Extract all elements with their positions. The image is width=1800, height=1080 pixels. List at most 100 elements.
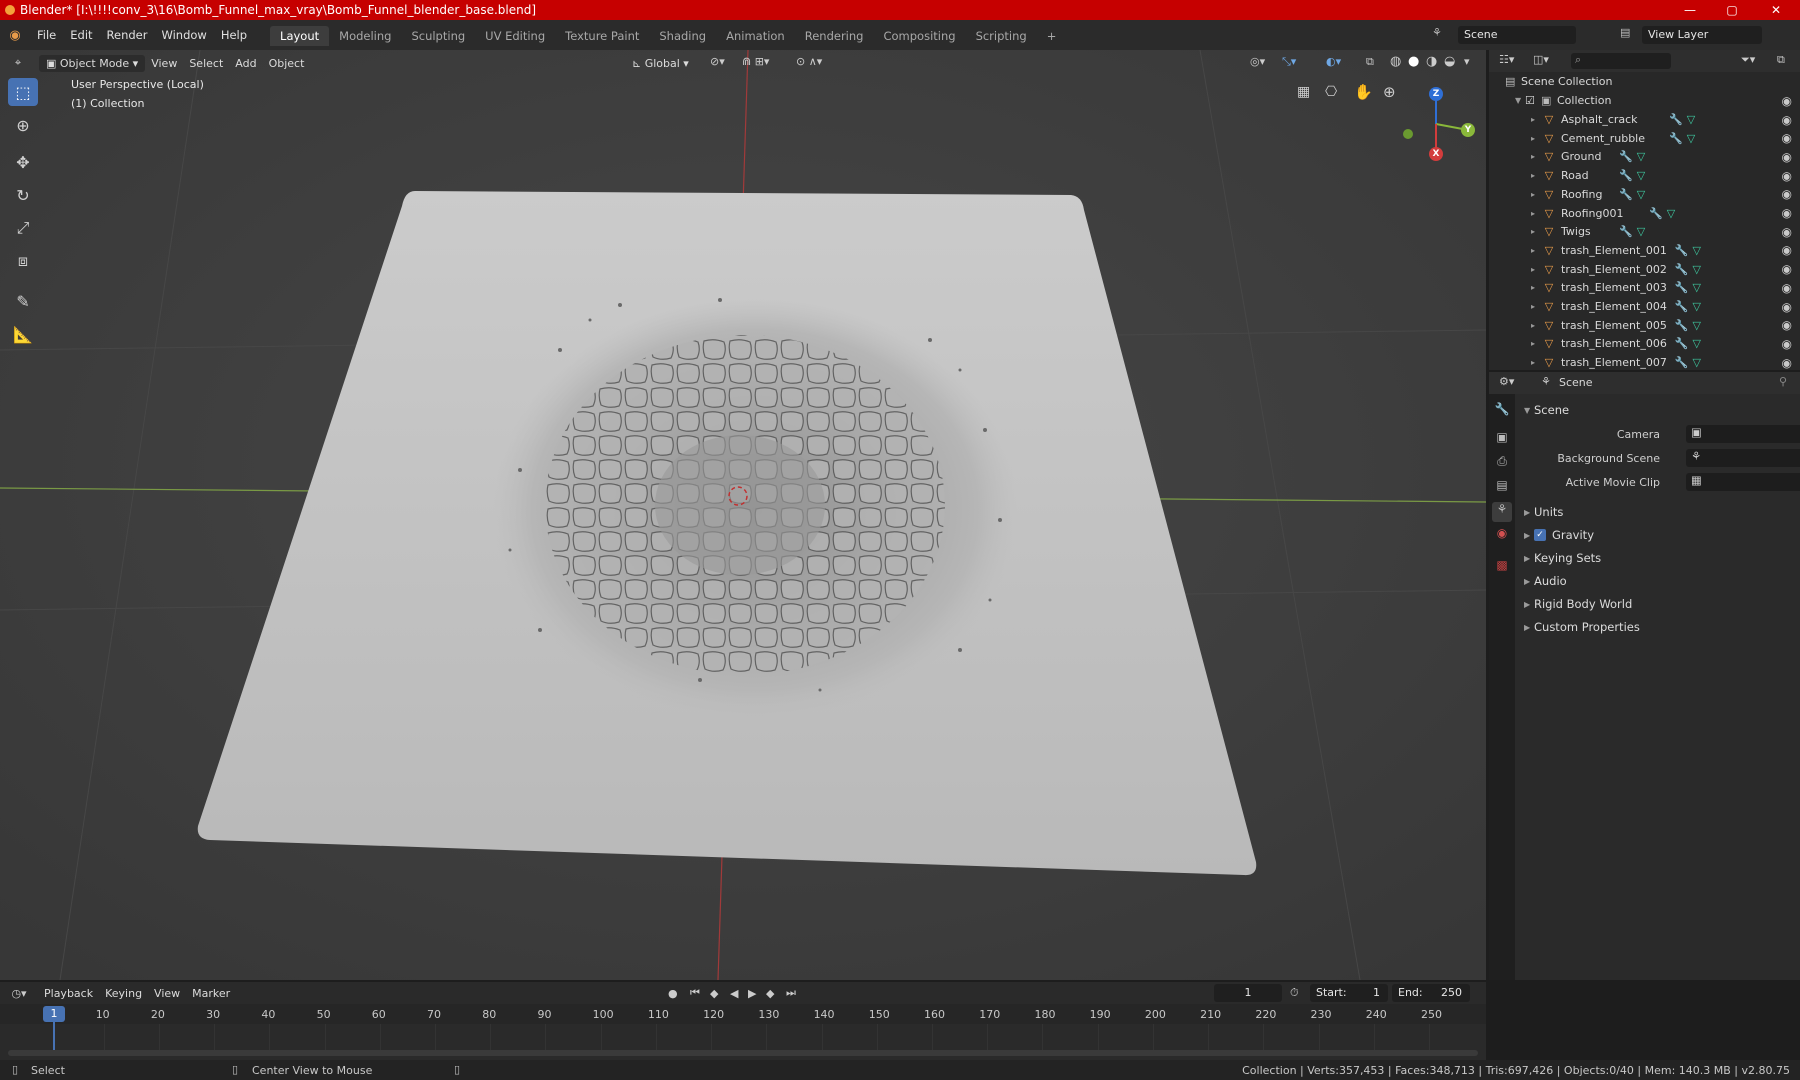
tab-texture-paint[interactable]: Texture Paint: [555, 26, 649, 46]
current-frame-field[interactable]: 1: [1214, 984, 1282, 1002]
record-icon[interactable]: ●: [668, 987, 678, 1000]
stopwatch-icon[interactable]: ⏱: [1290, 986, 1299, 1000]
properties-editor-icon[interactable]: ⚙▾: [1499, 375, 1514, 388]
modifier-wrench-icon[interactable]: 🔧: [1675, 300, 1689, 313]
panel-audio[interactable]: ▶ Audio: [1516, 571, 1800, 591]
zoom-icon[interactable]: ⊕: [1383, 83, 1396, 101]
editor-type-icon[interactable]: ⌖: [0, 56, 36, 70]
tool-tab-icon[interactable]: 🔧: [1492, 402, 1512, 422]
expand-triangle-icon[interactable]: ▸: [1531, 190, 1541, 199]
gizmo-z-axis[interactable]: Z: [1429, 87, 1443, 101]
menu-help[interactable]: Help: [214, 28, 254, 42]
viewport-menu-object[interactable]: Object: [263, 55, 311, 72]
gravity-checkbox[interactable]: ✓: [1534, 529, 1546, 541]
maximize-button[interactable]: ▢: [1714, 0, 1750, 20]
modifier-wrench-icon[interactable]: 🔧: [1675, 337, 1689, 350]
outliner-editor-icon[interactable]: ☷▾: [1499, 53, 1514, 66]
modifier-wrench-icon[interactable]: 🔧: [1669, 132, 1683, 145]
menu-window[interactable]: Window: [154, 28, 213, 42]
modifier-wrench-icon[interactable]: 🔧: [1675, 281, 1689, 294]
next-keyframe-icon[interactable]: ◆: [766, 987, 774, 1000]
outliner-object-row[interactable]: ▸ ▽ Road 🔧 ▽ ◉: [1489, 166, 1800, 185]
render-tab-icon[interactable]: ▣: [1492, 430, 1512, 450]
overlay-toggle-icon[interactable]: ◐▾: [1326, 55, 1341, 68]
play-reverse-icon[interactable]: ◀: [730, 987, 738, 1000]
checkbox-icon[interactable]: ☑: [1525, 94, 1541, 107]
shading-options-icon[interactable]: ▾: [1464, 55, 1470, 68]
eye-icon[interactable]: ◉: [1782, 225, 1792, 239]
panel-gravity[interactable]: ▶ ✓ Gravity: [1516, 525, 1800, 545]
view-layer-tab-icon[interactable]: ▤: [1492, 478, 1512, 498]
transform-orientation-dropdown[interactable]: ⊾ Global ▾: [626, 55, 695, 72]
menu-render[interactable]: Render: [100, 28, 155, 42]
gizmo-toggle-icon[interactable]: ⤡▾: [1282, 55, 1296, 69]
viewport-menu-add[interactable]: Add: [229, 55, 262, 72]
scene-section-header[interactable]: ▼ Scene: [1516, 400, 1800, 420]
outliner-object-row[interactable]: ▸ ▽ Roofing001 🔧 ▽ ◉: [1489, 204, 1800, 223]
viewport-menu-select[interactable]: Select: [183, 55, 229, 72]
transform-tool[interactable]: ⧈: [8, 247, 38, 275]
mesh-data-icon[interactable]: ▽: [1637, 225, 1645, 238]
mesh-data-icon[interactable]: ▽: [1667, 207, 1675, 220]
modifier-wrench-icon[interactable]: 🔧: [1649, 207, 1663, 220]
outliner-object-row[interactable]: ▸ ▽ trash_Element_007 🔧 ▽ ◉: [1489, 353, 1800, 372]
mesh-data-icon[interactable]: ▽: [1693, 319, 1701, 332]
modifier-wrench-icon[interactable]: 🔧: [1619, 150, 1633, 163]
jump-start-icon[interactable]: ⏮: [690, 986, 700, 1000]
timeline-menu-keying[interactable]: Keying: [99, 985, 148, 1002]
eye-icon[interactable]: ◉: [1782, 356, 1792, 370]
timeline-menu-playback[interactable]: Playback: [38, 985, 99, 1002]
outliner-object-row[interactable]: ▸ ▽ trash_Element_006 🔧 ▽ ◉: [1489, 334, 1800, 353]
scene-tab-icon[interactable]: ⚘: [1492, 502, 1512, 522]
collapse-triangle-icon[interactable]: ▼: [1515, 96, 1525, 105]
eye-icon[interactable]: ◉: [1782, 318, 1792, 332]
modifier-wrench-icon[interactable]: 🔧: [1675, 244, 1689, 257]
timeline-menu-view[interactable]: View: [148, 985, 186, 1002]
tab-shading[interactable]: Shading: [649, 26, 716, 46]
rendered-shading-icon[interactable]: ◒: [1444, 54, 1455, 69]
3d-viewport[interactable]: ⌖ ▣ Object Mode ▾ View Select Add Object…: [0, 50, 1486, 980]
menu-file[interactable]: File: [30, 28, 63, 42]
modifier-wrench-icon[interactable]: 🔧: [1675, 263, 1689, 276]
snap-icon[interactable]: ⋒ ⊞▾: [742, 55, 769, 68]
modifier-wrench-icon[interactable]: 🔧: [1675, 356, 1689, 369]
scene-selector[interactable]: Scene: [1458, 26, 1576, 44]
tab-uv-editing[interactable]: UV Editing: [475, 26, 555, 46]
rotate-tool[interactable]: ↻: [8, 181, 38, 209]
menu-edit[interactable]: Edit: [63, 28, 99, 42]
expand-triangle-icon[interactable]: ▸: [1531, 115, 1541, 124]
outliner-object-row[interactable]: ▸ ▽ trash_Element_002 🔧 ▽ ◉: [1489, 260, 1800, 279]
outliner-object-row[interactable]: ▸ ▽ Ground 🔧 ▽ ◉: [1489, 147, 1800, 166]
gizmo-x-axis[interactable]: X: [1429, 147, 1443, 161]
view-layer-selector[interactable]: View Layer: [1642, 26, 1762, 44]
move-tool[interactable]: ✥: [8, 148, 38, 176]
tab-compositing[interactable]: Compositing: [873, 26, 965, 46]
eye-icon[interactable]: ◉: [1782, 94, 1792, 108]
visibility-icon[interactable]: ◎▾: [1250, 55, 1265, 68]
annotate-tool[interactable]: ✎: [8, 287, 38, 315]
modifier-wrench-icon[interactable]: 🔧: [1669, 113, 1683, 126]
scale-tool[interactable]: ⤢: [8, 214, 38, 242]
modifier-wrench-icon[interactable]: 🔧: [1619, 169, 1633, 182]
expand-triangle-icon[interactable]: ▸: [1531, 321, 1541, 330]
outliner-collection[interactable]: ▼ ☑ ▣ Collection ◉: [1489, 91, 1800, 110]
eye-icon[interactable]: ◉: [1782, 131, 1792, 145]
navigation-gizmo[interactable]: Z Y X: [1396, 84, 1476, 164]
camera-field[interactable]: ▣✒: [1686, 425, 1800, 443]
timeline-editor-icon[interactable]: ◷▾: [0, 987, 38, 1000]
expand-triangle-icon[interactable]: ▸: [1531, 152, 1541, 161]
output-tab-icon[interactable]: ⎙: [1492, 454, 1512, 474]
panel-rigid-body-world[interactable]: ▶ Rigid Body World: [1516, 594, 1800, 614]
outliner-object-row[interactable]: ▸ ▽ Cement_rubble 🔧 ▽ ◉: [1489, 129, 1800, 148]
eye-icon[interactable]: ◉: [1782, 243, 1792, 257]
select-box-tool[interactable]: ⬚: [8, 78, 38, 106]
tab-animation[interactable]: Animation: [716, 26, 795, 46]
measure-tool[interactable]: 📐: [8, 320, 38, 348]
outliner-object-row[interactable]: ▸ ▽ Asphalt_crack 🔧 ▽ ◉: [1489, 110, 1800, 129]
expand-triangle-icon[interactable]: ▸: [1531, 246, 1541, 255]
blender-menu-icon[interactable]: ◉: [0, 28, 30, 43]
expand-triangle-icon[interactable]: ▸: [1531, 227, 1541, 236]
expand-triangle-icon[interactable]: ▸: [1531, 283, 1541, 292]
eye-icon[interactable]: ◉: [1782, 113, 1792, 127]
timeline-scrollbar[interactable]: [8, 1050, 1478, 1056]
